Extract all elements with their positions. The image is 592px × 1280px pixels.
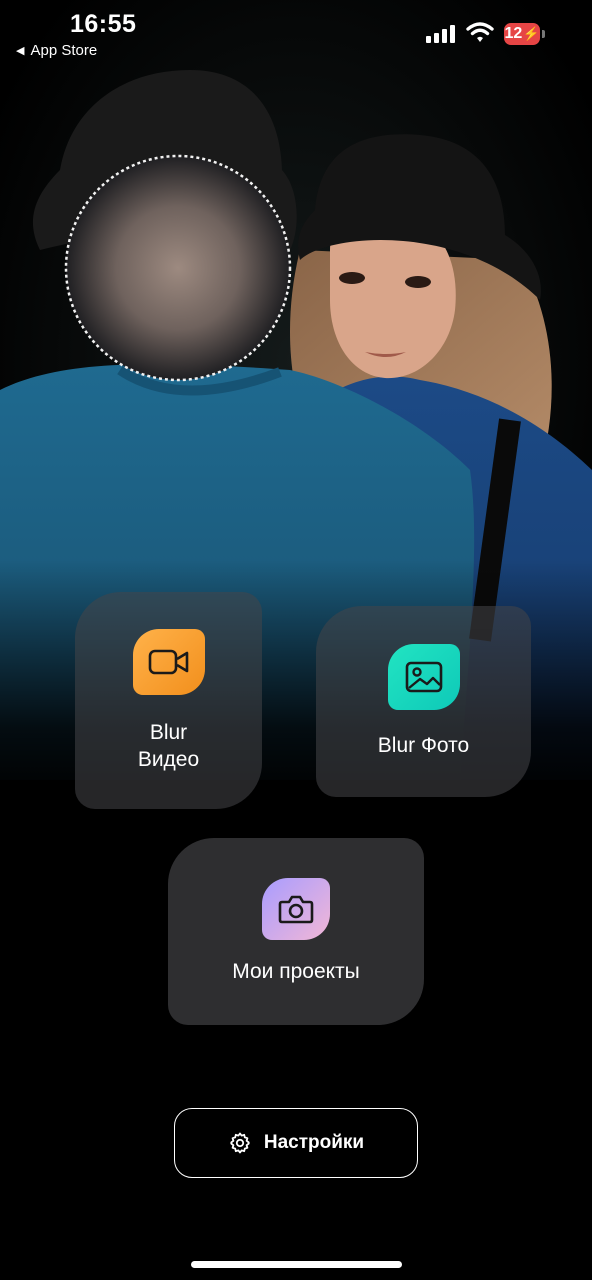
status-bar: 16:55 ◀ App Store 12 ⚡: [0, 0, 592, 70]
status-time: 16:55: [70, 10, 137, 38]
back-label: App Store: [30, 42, 98, 59]
settings-label: Настройки: [263, 1132, 365, 1153]
back-to-app-store[interactable]: ◀ App Store: [16, 42, 97, 59]
home-screen: 16:55 ◀ App Store 12 ⚡ Blur Видео Blur Ф…: [0, 0, 592, 1280]
camera-icon: [278, 895, 314, 924]
wifi-icon: [466, 22, 494, 42]
battery-cap: [542, 30, 545, 38]
my-projects-icon-tile: [262, 878, 330, 940]
video-camera-icon: [148, 649, 188, 674]
signal-icon: [426, 25, 455, 43]
blur-video-label-line2: Видео: [137, 747, 200, 771]
blur-photo-card[interactable]: Blur Фото: [316, 606, 531, 797]
home-indicator[interactable]: [191, 1261, 402, 1268]
my-projects-label: Мои проекты: [232, 960, 360, 983]
battery-indicator: 12 ⚡: [504, 23, 540, 45]
blur-video-label: Blur Видео: [138, 719, 199, 773]
blur-photo-label: Blur Фото: [377, 734, 470, 757]
blur-video-card[interactable]: Blur Видео: [75, 592, 262, 809]
battery-level: 12: [504, 25, 523, 42]
blur-video-label-line1: Blur: [149, 720, 188, 744]
image-icon: [405, 661, 442, 693]
my-projects-card[interactable]: Мои проекты: [168, 838, 424, 1025]
back-arrow-icon: ◀: [16, 45, 25, 57]
settings-button[interactable]: Настройки: [174, 1108, 418, 1178]
blur-photo-icon-tile: [387, 644, 460, 710]
charging-bolt-icon: ⚡: [523, 26, 540, 41]
blur-video-icon-tile: [132, 628, 205, 695]
gear-icon: [230, 1132, 250, 1154]
